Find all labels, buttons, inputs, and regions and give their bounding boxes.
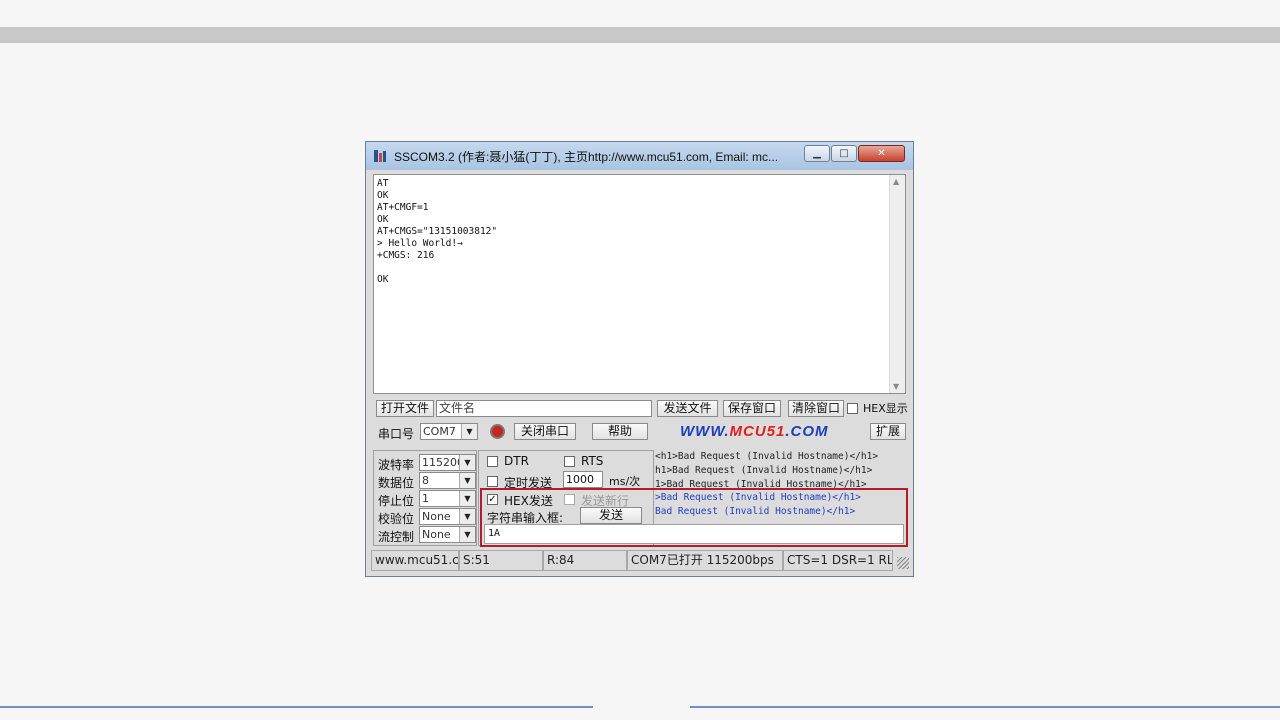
resize-grip-icon[interactable] xyxy=(897,557,909,569)
minimize-button[interactable]: ▁ xyxy=(804,145,830,162)
databits-label: 数据位 xyxy=(378,476,415,490)
slide-bottom-line-left xyxy=(0,706,593,708)
serial-settings-panel: 波特率 115200 ▼ 数据位 8 ▼ 停止位 1 ▼ 校验位 None ▼ … xyxy=(373,450,477,546)
send-string-input[interactable]: 1A xyxy=(484,524,904,544)
baud-label: 波特率 xyxy=(378,458,415,472)
brand-prefix: WWW. xyxy=(680,423,730,440)
close-button[interactable]: ✕ xyxy=(858,145,905,162)
port-select-value: COM7 xyxy=(423,425,456,438)
rts-label: RTS xyxy=(581,454,604,468)
port-label: 串口号 xyxy=(378,427,415,441)
title-bar[interactable]: SSCOM3.2 (作者:聂小猛(丁丁), 主页http://www.mcu51… xyxy=(366,142,913,170)
databits-value: 8 xyxy=(422,474,429,487)
slide-bottom-line-right xyxy=(690,706,1280,708)
close-port-button[interactable]: 关闭串口 xyxy=(514,423,576,440)
open-file-button[interactable]: 打开文件 xyxy=(376,400,434,417)
help-button[interactable]: 帮助 xyxy=(592,423,648,440)
timed-send-checkbox[interactable] xyxy=(487,476,498,487)
status-bar: www.mcu51.com S:51 R:84 COM7已打开 115200bp… xyxy=(371,550,911,571)
send-file-button[interactable]: 发送文件 xyxy=(657,400,718,417)
dtr-checkbox[interactable] xyxy=(487,456,498,467)
output-scrollbar[interactable]: ▲ ▼ xyxy=(889,175,905,393)
scroll-up-icon[interactable]: ▲ xyxy=(893,177,899,186)
parity-label: 校验位 xyxy=(378,512,415,526)
rts-checkbox[interactable] xyxy=(564,456,575,467)
dtr-label: DTR xyxy=(504,454,529,468)
parity-value: None xyxy=(422,510,451,523)
receive-output-text: AT OK AT+CMGF=1 OK AT+CMGS="13151003812"… xyxy=(377,178,498,285)
stopbits-label: 停止位 xyxy=(378,494,415,508)
chevron-down-icon: ▼ xyxy=(459,509,475,524)
sscom-window: SSCOM3.2 (作者:聂小猛(丁丁), 主页http://www.mcu51… xyxy=(365,141,914,577)
list-item[interactable]: <h1>Bad Request (Invalid Hostname)</h1> xyxy=(655,450,907,464)
hex-display-checkbox[interactable] xyxy=(847,403,858,414)
stopbits-select[interactable]: 1 ▼ xyxy=(419,490,476,507)
flow-value: None xyxy=(422,528,451,541)
interval-unit-label: ms/次 xyxy=(609,475,641,488)
history-highlight: >Bad Request (Invalid Hostname)</h1> Bad… xyxy=(655,491,905,519)
brand-mid: MCU51 xyxy=(729,423,786,440)
parity-select[interactable]: None ▼ xyxy=(419,508,476,525)
status-port-state: COM7已打开 115200bps xyxy=(627,550,783,571)
chevron-down-icon: ▼ xyxy=(459,491,475,506)
receive-output-area[interactable]: AT OK AT+CMGF=1 OK AT+CMGS="13151003812"… xyxy=(373,174,906,394)
slide-top-bar xyxy=(0,27,1280,43)
hex-display-label: HEX显示 xyxy=(863,402,908,415)
status-received: R:84 xyxy=(543,550,627,571)
scroll-down-icon[interactable]: ▼ xyxy=(893,382,899,391)
chevron-down-icon: ▼ xyxy=(459,455,475,470)
baud-select[interactable]: 115200 ▼ xyxy=(419,454,476,471)
list-item[interactable]: h1>Bad Request (Invalid Hostname)</h1> xyxy=(655,464,907,478)
window-title: SSCOM3.2 (作者:聂小猛(丁丁), 主页http://www.mcu51… xyxy=(394,150,779,164)
status-signals: CTS=1 DSR=1 RLSD=1 xyxy=(783,550,893,571)
filename-field[interactable]: 文件名 xyxy=(436,400,652,417)
baud-value: 115200 xyxy=(422,456,464,469)
expand-button[interactable]: 扩展 xyxy=(870,423,906,440)
clear-window-button[interactable]: 清除窗口 xyxy=(788,400,844,417)
list-item[interactable]: >Bad Request (Invalid Hostname)</h1> xyxy=(655,491,905,505)
port-status-icon xyxy=(490,424,505,439)
flow-select[interactable]: None ▼ xyxy=(419,526,476,543)
stopbits-value: 1 xyxy=(422,492,429,505)
brand-link[interactable]: WWW.MCU51.COM xyxy=(680,423,829,440)
brand-suffix: .COM xyxy=(785,423,829,440)
port-select[interactable]: COM7 ▼ xyxy=(420,423,478,440)
app-icon xyxy=(374,150,386,162)
maximize-button[interactable]: □ xyxy=(831,145,857,162)
save-window-button[interactable]: 保存窗口 xyxy=(723,400,781,417)
chevron-down-icon: ▼ xyxy=(461,424,477,439)
chevron-down-icon: ▼ xyxy=(459,527,475,542)
status-site: www.mcu51.com xyxy=(371,550,459,571)
status-sent: S:51 xyxy=(459,550,543,571)
list-item[interactable]: Bad Request (Invalid Hostname)</h1> xyxy=(655,505,905,519)
databits-select[interactable]: 8 ▼ xyxy=(419,472,476,489)
interval-field[interactable]: 1000 xyxy=(563,471,603,488)
flow-label: 流控制 xyxy=(378,530,415,544)
chevron-down-icon: ▼ xyxy=(459,473,475,488)
